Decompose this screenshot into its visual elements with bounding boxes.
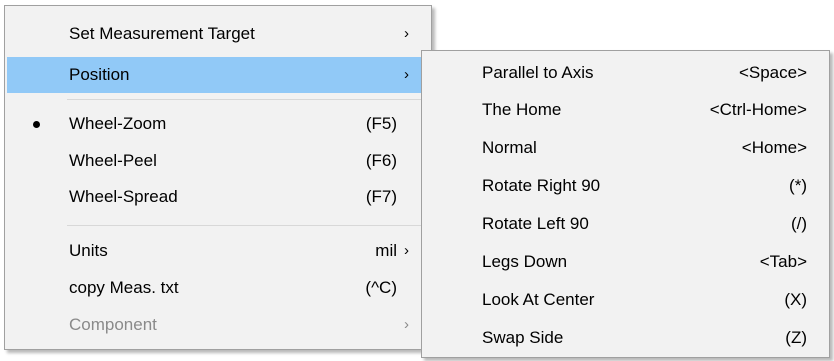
menu-item-shortcut: <Ctrl-Home> <box>709 100 807 119</box>
menu-item-shortcut: <Space> <box>738 63 807 82</box>
menu-item-component: Component › <box>7 307 429 343</box>
menu-item-label: Legs Down <box>482 252 568 271</box>
menu-item-shortcut: (F6) <box>365 151 397 170</box>
chevron-right-icon: › <box>404 66 409 83</box>
submenu-item-normal[interactable]: Normal <Home> <box>424 130 827 166</box>
submenu-item-legs-down[interactable]: Legs Down <Tab> <box>424 244 827 280</box>
menu-item-label: Set Measurement Target <box>69 24 255 43</box>
menu-item-wheel-spread[interactable]: Wheel-Spread (F7) <box>7 179 429 215</box>
menu-item-shortcut: <Home> <box>741 138 807 157</box>
units-value: mil <box>375 241 397 260</box>
menu-item-label: Component <box>69 315 157 334</box>
menu-item-shortcut: (^C) <box>365 278 397 297</box>
menu-item-label: Normal <box>482 138 537 157</box>
menu-item-label: Position <box>69 65 130 84</box>
menu-separator <box>67 99 421 100</box>
menu-item-label: Wheel-Peel <box>69 151 157 170</box>
submenu-item-the-home[interactable]: The Home <Ctrl-Home> <box>424 92 827 128</box>
chevron-right-icon: › <box>404 242 409 259</box>
menu-item-shortcut: (X) <box>784 290 807 309</box>
menu-item-label: Units <box>69 241 108 260</box>
menu-item-label: Rotate Left 90 <box>482 214 589 233</box>
menu-item-shortcut: (F5) <box>365 114 397 133</box>
position-submenu: Parallel to Axis <Space> The Home <Ctrl-… <box>421 50 830 358</box>
menu-item-label: Wheel-Spread <box>69 187 178 206</box>
menu-item-label: Look At Center <box>482 290 595 309</box>
menu-item-copy-meas-txt[interactable]: copy Meas. txt (^C) <box>7 270 429 306</box>
context-menu: Set Measurement Target › Position › Whee… <box>4 5 432 350</box>
menu-item-shortcut: (/) <box>790 214 807 233</box>
menu-item-label: Wheel-Zoom <box>69 114 167 133</box>
menu-item-position[interactable]: Position › <box>7 57 429 93</box>
menu-item-label: The Home <box>482 100 562 119</box>
submenu-item-look-at-center[interactable]: Look At Center (X) <box>424 282 827 318</box>
menu-item-label: Rotate Right 90 <box>482 176 601 195</box>
menu-item-set-measurement-target[interactable]: Set Measurement Target › <box>7 16 429 52</box>
menu-item-label: copy Meas. txt <box>69 278 179 297</box>
menu-item-shortcut: (F7) <box>365 187 397 206</box>
menu-item-shortcut: <Tab> <box>759 252 807 271</box>
submenu-item-rotate-left-90[interactable]: Rotate Left 90 (/) <box>424 206 827 242</box>
menu-item-wheel-peel[interactable]: Wheel-Peel (F6) <box>7 143 429 179</box>
menu-item-shortcut: (*) <box>789 176 807 195</box>
menu-item-shortcut: (Z) <box>785 328 807 347</box>
submenu-item-swap-side[interactable]: Swap Side (Z) <box>424 320 827 356</box>
menu-separator <box>67 225 421 226</box>
radio-bullet-icon <box>33 121 40 128</box>
menu-item-wheel-zoom[interactable]: Wheel-Zoom (F5) <box>7 106 429 142</box>
submenu-item-parallel-to-axis[interactable]: Parallel to Axis <Space> <box>424 55 827 91</box>
menu-item-units[interactable]: Units mil › <box>7 233 429 269</box>
submenu-item-rotate-right-90[interactable]: Rotate Right 90 (*) <box>424 168 827 204</box>
chevron-right-icon: › <box>404 25 409 42</box>
chevron-right-icon: › <box>404 316 409 333</box>
menu-item-label: Parallel to Axis <box>482 63 594 82</box>
menu-item-label: Swap Side <box>482 328 564 347</box>
